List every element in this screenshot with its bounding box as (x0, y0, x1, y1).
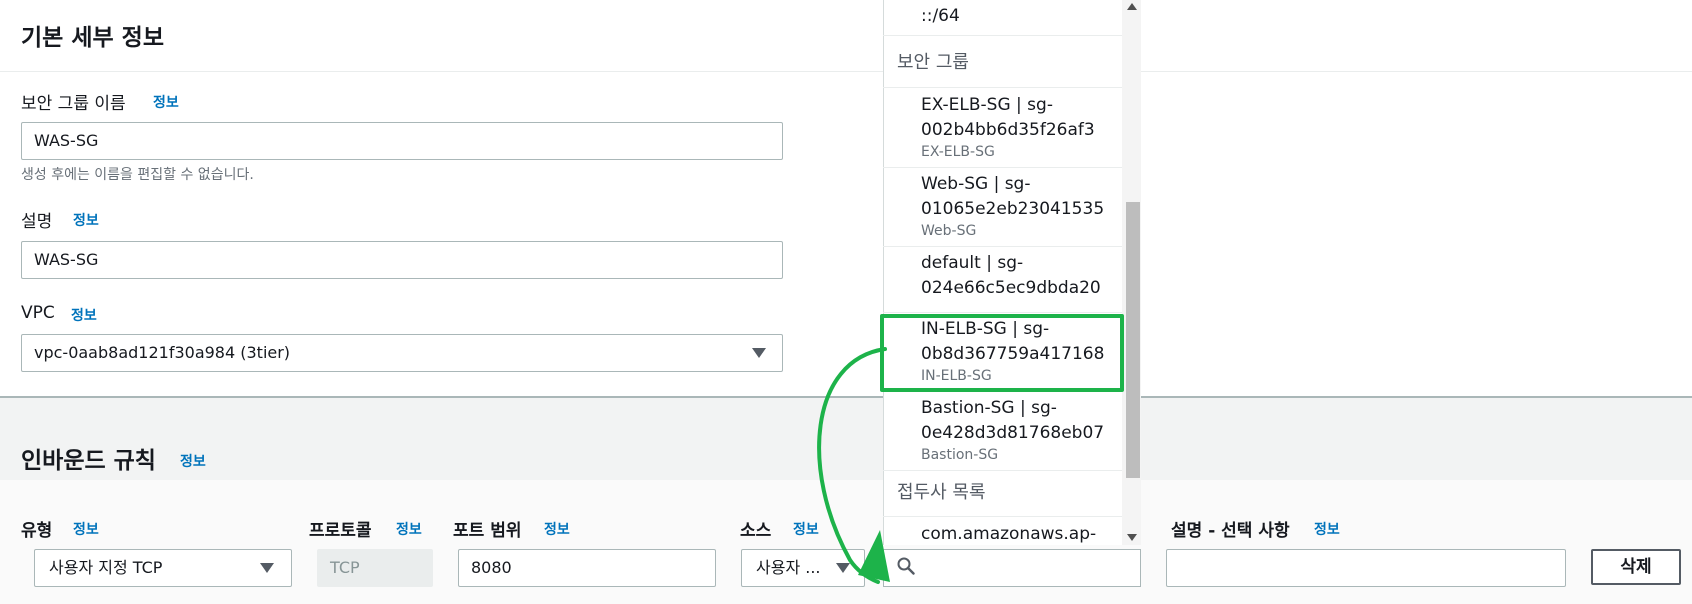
dropdown-item-web-sg[interactable]: Web-SG | sg- 01065e2eb23041535 Web-SG (883, 172, 1122, 247)
rule-description-label: 설명 - 선택 사항 (1171, 521, 1290, 541)
dropdown-item-ex-elb-sg[interactable]: EX-ELB-SG | sg- 002b4bb6d35f26af3 EX-ELB… (883, 93, 1122, 168)
source-type-select-value: 사용자 ... (756, 558, 821, 577)
source-search-input[interactable] (883, 549, 1141, 587)
dropdown-group-prefix-lists: 접두사 목록 (897, 482, 986, 503)
scroll-up-arrow-icon[interactable] (1127, 3, 1137, 10)
dropdown-item-line1: default | sg- (921, 253, 1024, 273)
dropdown-item-line2: 024e66c5ec9dbda20 (921, 278, 1101, 298)
dropdown-item-line1: EX-ELB-SG | sg- (921, 95, 1053, 115)
port-range-label: 포트 범위 (453, 521, 522, 541)
port-range-info-link[interactable]: 정보 (544, 519, 570, 539)
sg-name-info-link[interactable]: 정보 (153, 92, 179, 112)
dropdown-item-line2: 01065e2eb23041535 (921, 199, 1105, 219)
dropdown-separator (883, 516, 1122, 517)
dropdown-item-sub: Web-SG (921, 223, 977, 239)
basic-details-title: 기본 세부 정보 (21, 25, 164, 51)
dropdown-item-ipv6[interactable]: ::/64 (883, 0, 1122, 36)
dropdown-item-line2: 0e428d3d81768eb07 (921, 423, 1105, 443)
scroll-down-arrow-icon[interactable] (1127, 534, 1137, 541)
dropdown-item-bastion-sg[interactable]: Bastion-SG | sg- 0e428d3d81768eb07 Basti… (883, 396, 1122, 471)
inbound-rules-header (0, 398, 1692, 480)
dropdown-group-security-groups: 보안 그룹 (897, 52, 969, 73)
inbound-info-link[interactable]: 정보 (180, 451, 206, 471)
chevron-down-icon (752, 348, 766, 358)
sg-name-input[interactable]: WAS-SG (21, 122, 783, 160)
rule-description-input[interactable] (1166, 549, 1566, 587)
dropdown-item-prefix[interactable]: com.amazonaws.ap- (883, 522, 1122, 546)
protocol-input: TCP (317, 549, 433, 587)
dropdown-item-label: com.amazonaws.ap- (921, 524, 1097, 544)
inbound-rules-title: 인바운드 규칙 (21, 448, 156, 474)
search-icon (897, 557, 915, 575)
chevron-down-icon (260, 563, 274, 573)
highlight-box (880, 314, 1124, 392)
delete-button[interactable]: 삭제 (1591, 549, 1681, 585)
vpc-info-link[interactable]: 정보 (71, 305, 97, 325)
dropdown-scrollbar-thumb[interactable] (1126, 202, 1140, 478)
dropdown-item-label: ::/64 (921, 6, 960, 26)
vpc-select-value: vpc-0aab8ad121f30a984 (3tier) (34, 343, 291, 362)
dropdown-separator (883, 87, 1122, 88)
sg-name-label: 보안 그룹 이름 (21, 94, 126, 114)
protocol-label: 프로토콜 (309, 521, 372, 541)
type-info-link[interactable]: 정보 (73, 519, 99, 539)
type-select[interactable]: 사용자 지정 TCP (34, 549, 292, 587)
rule-description-info-link[interactable]: 정보 (1314, 519, 1340, 539)
description-input[interactable]: WAS-SG (21, 241, 783, 279)
source-label: 소스 (740, 521, 772, 541)
dropdown-item-sub: Bastion-SG (921, 447, 999, 463)
port-range-input[interactable]: 8080 (458, 549, 716, 587)
chevron-down-icon (836, 563, 850, 573)
description-info-link[interactable]: 정보 (73, 210, 99, 230)
source-info-link[interactable]: 정보 (793, 519, 819, 539)
dropdown-item-default-sg[interactable]: default | sg- 024e66c5ec9dbda20 (883, 251, 1122, 313)
vpc-select[interactable]: vpc-0aab8ad121f30a984 (3tier) (21, 334, 783, 372)
vpc-label: VPC (21, 303, 55, 323)
dropdown-item-sub: EX-ELB-SG (921, 144, 995, 160)
dropdown-item-line1: Web-SG | sg- (921, 174, 1031, 194)
dropdown-item-line1: Bastion-SG | sg- (921, 398, 1057, 418)
type-label: 유형 (21, 521, 53, 541)
dropdown-item-line2: 002b4bb6d35f26af3 (921, 120, 1095, 140)
basic-details-header (0, 0, 1692, 72)
sg-name-hint: 생성 후에는 이름을 편집할 수 없습니다. (21, 167, 254, 183)
protocol-info-link[interactable]: 정보 (396, 519, 422, 539)
type-select-value: 사용자 지정 TCP (49, 558, 163, 577)
description-label: 설명 (21, 212, 53, 232)
